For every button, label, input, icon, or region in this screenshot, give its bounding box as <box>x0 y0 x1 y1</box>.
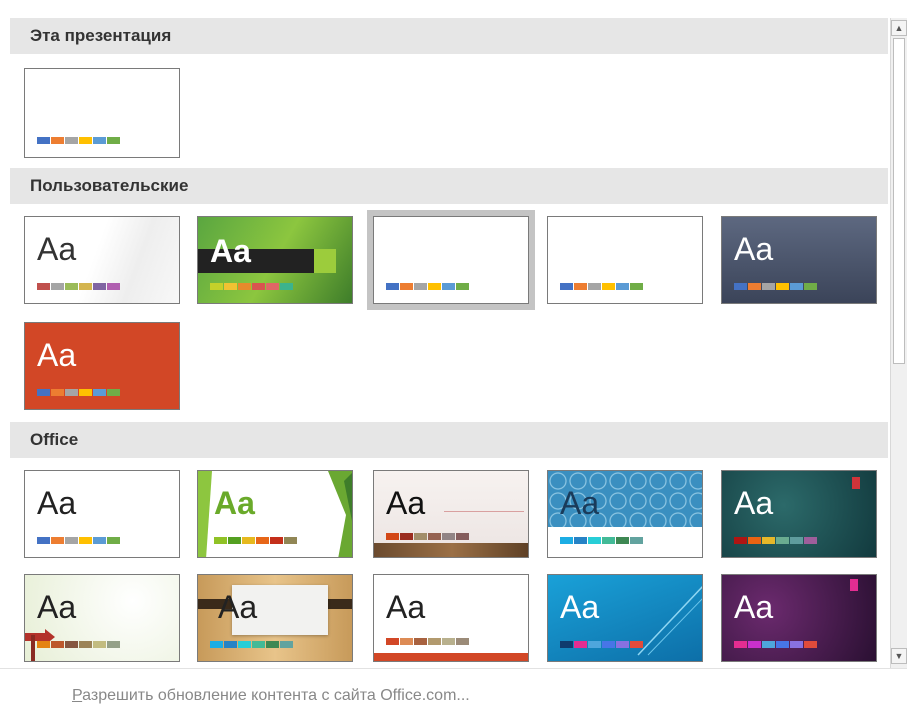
theme-aa-label: Aa <box>218 589 258 625</box>
theme-thumb-banded[interactable]: Aa <box>373 574 529 662</box>
color-strip <box>214 537 297 544</box>
color-strip <box>386 638 469 645</box>
theme-aa-label: Aa <box>37 485 77 521</box>
theme-aa-label: Aa <box>734 589 774 625</box>
theme-aa-label: Aa <box>214 485 255 521</box>
color-strip <box>37 537 120 544</box>
theme-aa-label: Aa <box>210 233 251 269</box>
footer-divider <box>0 668 907 669</box>
theme-thumb-purple-badge[interactable]: Aa <box>721 574 877 662</box>
color-strip <box>37 137 120 144</box>
theme-thumb-custom-blank-selected[interactable] <box>367 210 535 310</box>
theme-aa-label: Aa <box>560 485 600 521</box>
scroll-up-icon[interactable]: ▲ <box>891 20 907 36</box>
color-strip <box>560 537 643 544</box>
theme-aa-label: Aa <box>386 589 426 625</box>
color-strip <box>560 641 643 648</box>
color-strip <box>560 283 643 290</box>
theme-thumb-current[interactable] <box>24 68 180 158</box>
theme-aa-label: Aa <box>386 485 426 521</box>
theme-thumb-custom-white[interactable]: Aa <box>24 216 180 304</box>
theme-thumb-ion-teal[interactable]: Aa <box>721 470 877 558</box>
color-strip <box>37 641 120 648</box>
color-strip <box>386 533 469 540</box>
theme-thumb-facet[interactable]: Aa <box>197 470 353 558</box>
color-strip <box>37 389 120 396</box>
color-strip <box>734 283 817 290</box>
theme-aa-label: Aa <box>734 485 774 521</box>
theme-thumb-wood-type[interactable]: Aa <box>373 470 529 558</box>
theme-aa-label: Aa <box>37 337 77 373</box>
color-strip <box>386 283 469 290</box>
theme-aa-label: Aa <box>560 589 600 625</box>
theme-thumb-savon[interactable]: Aa <box>197 574 353 662</box>
color-strip <box>37 283 120 290</box>
theme-aa-label: Aa <box>37 589 77 625</box>
theme-thumb-custom-orange[interactable]: Aa <box>24 322 180 410</box>
theme-thumb-office-theme[interactable]: Aa <box>24 470 180 558</box>
section-header-custom: Пользовательские <box>10 168 888 204</box>
color-strip <box>210 283 293 290</box>
theme-thumb-blue-streak[interactable]: Aa <box>547 574 703 662</box>
theme-thumb-custom-slate[interactable]: Aa <box>721 216 877 304</box>
scroll-thumb[interactable] <box>893 38 905 364</box>
color-strip <box>734 641 817 648</box>
theme-thumb-custom-blank[interactable] <box>547 216 703 304</box>
scroll-down-icon[interactable]: ▼ <box>891 648 907 664</box>
section-header-office: Office <box>10 422 888 458</box>
enable-office-content-link[interactable]: Разрешить обновление контента с сайта Of… <box>72 687 470 705</box>
theme-thumb-custom-green[interactable]: Aa <box>197 216 353 304</box>
theme-gallery: Эта презентация Пользовательские Aa Aa A… <box>10 18 890 668</box>
theme-aa-label: Aa <box>734 231 774 267</box>
section-header-this-presentation: Эта презентация <box>10 18 888 54</box>
color-strip <box>734 537 817 544</box>
theme-thumb-ion-pattern[interactable]: Aa <box>547 470 703 558</box>
color-strip <box>210 641 293 648</box>
vertical-scrollbar[interactable]: ▲ ▼ <box>890 18 907 668</box>
theme-thumb-retrospect[interactable]: Aa <box>24 574 180 662</box>
theme-aa-label: Aa <box>37 231 77 267</box>
